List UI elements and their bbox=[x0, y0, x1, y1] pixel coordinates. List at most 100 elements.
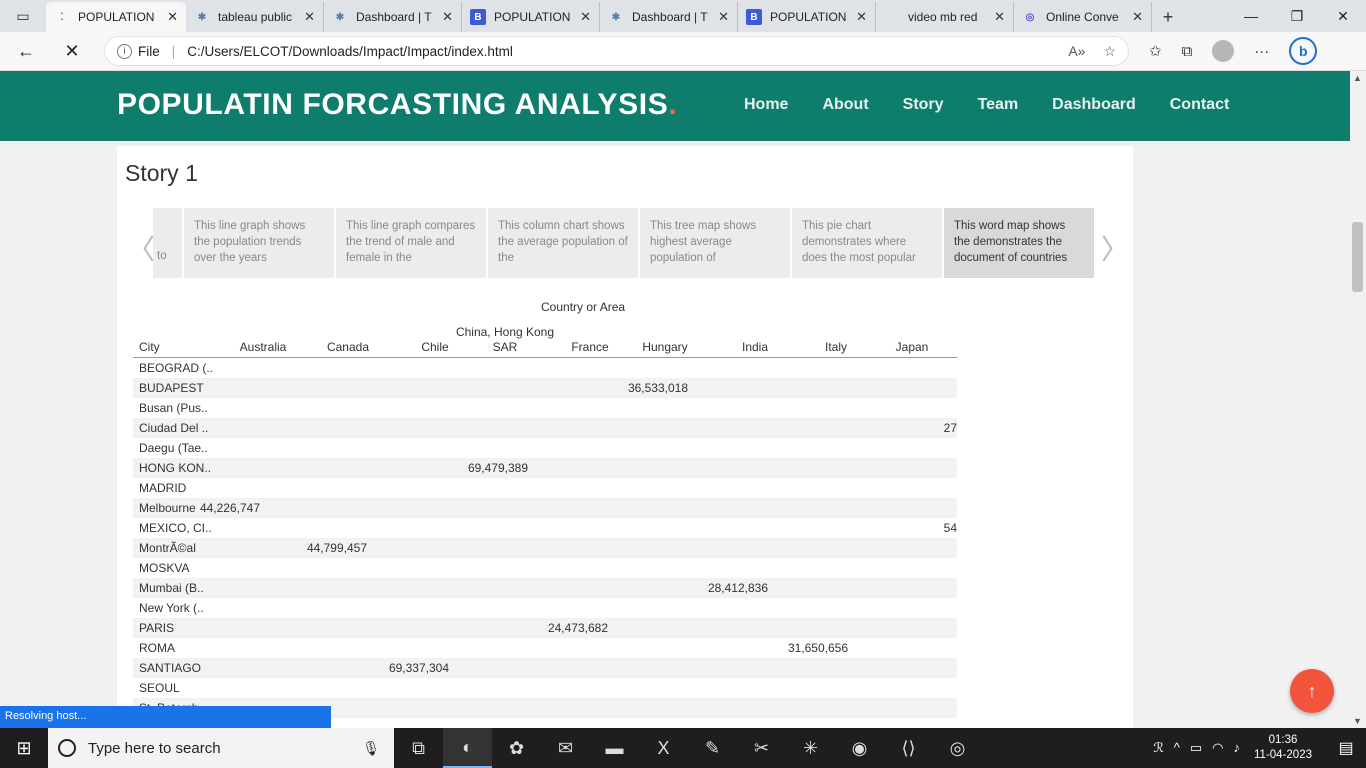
browser-tab[interactable]: ✱ Dashboard | T ✕ bbox=[324, 2, 462, 32]
close-tab-icon[interactable]: ✕ bbox=[167, 9, 178, 25]
chrome-icon[interactable]: ◉ bbox=[835, 728, 884, 768]
collections-icon[interactable]: ⧉ bbox=[1182, 43, 1193, 60]
edge-browser-icon[interactable]: ◐ bbox=[443, 728, 492, 768]
minimize-icon[interactable]: — bbox=[1228, 0, 1274, 32]
table-row[interactable]: New York (.. bbox=[133, 598, 957, 618]
windows-start-icon[interactable]: ⊞ bbox=[0, 728, 48, 768]
column-group-title: Country or Area bbox=[541, 300, 626, 314]
file-explorer-icon[interactable]: ▬ bbox=[590, 728, 639, 768]
browser-tab[interactable]: B POPULATION ✕ bbox=[738, 2, 876, 32]
table-row[interactable]: SANTIAGO 69,337,304 bbox=[133, 658, 957, 678]
notepad-icon[interactable]: ✎ bbox=[688, 728, 737, 768]
scroll-to-top-button[interactable]: ↑ bbox=[1290, 669, 1334, 713]
read-aloud-icon[interactable]: A» bbox=[1068, 43, 1085, 60]
browser-tab[interactable]: ✱ Dashboard | T ✕ bbox=[600, 2, 738, 32]
task-view-icon[interactable]: ⧉ bbox=[394, 728, 443, 768]
favorites-icon[interactable]: ✩ bbox=[1149, 42, 1162, 60]
story-point-1[interactable]: This line graph shows the population tre… bbox=[184, 208, 334, 278]
close-tab-icon[interactable]: ✕ bbox=[580, 9, 591, 25]
story-point-2[interactable]: This line graph compares the trend of ma… bbox=[336, 208, 486, 278]
add-favorite-icon[interactable]: ☆ bbox=[1103, 43, 1116, 60]
taskbar-search[interactable]: Type here to search 🎙 bbox=[48, 728, 394, 768]
browser-tab[interactable]: ⁚ POPULATION ✕ bbox=[46, 2, 186, 32]
nav-link-about[interactable]: About bbox=[822, 96, 868, 114]
table-row[interactable]: SEOUL bbox=[133, 678, 957, 698]
table-row[interactable]: MADRID bbox=[133, 478, 957, 498]
table-row[interactable]: Mumbai (B.. 28,412,836 bbox=[133, 578, 957, 598]
scroll-up-icon[interactable]: ▲ bbox=[1353, 73, 1362, 83]
table-row[interactable]: PARIS 24,473,682 bbox=[133, 618, 957, 638]
site-logo[interactable]: POPULATIN FORCASTING ANALYSIS. bbox=[117, 88, 677, 122]
taskbar-clock[interactable]: 01:36 11-04-2023 bbox=[1254, 733, 1312, 763]
table-row[interactable]: ROMA 31,650,656 bbox=[133, 638, 957, 658]
page-scrollbar[interactable]: ▲ ▼ bbox=[1350, 71, 1366, 728]
nav-link-story[interactable]: Story bbox=[903, 96, 944, 114]
people-icon[interactable]: ℛ bbox=[1153, 740, 1163, 756]
nav-link-home[interactable]: Home bbox=[744, 96, 788, 114]
wifi-icon[interactable]: ◠ bbox=[1212, 740, 1223, 756]
close-tab-icon[interactable]: ✕ bbox=[304, 9, 315, 25]
story-point-stub[interactable]: to bbox=[153, 208, 182, 278]
story-point-6[interactable]: This word map shows the demonstrates the… bbox=[944, 208, 1094, 278]
profile-avatar[interactable] bbox=[1212, 40, 1235, 62]
table-row[interactable]: BUDAPEST 36,533,018 bbox=[133, 378, 957, 398]
new-tab-button[interactable]: + bbox=[1152, 2, 1184, 32]
nav-link-team[interactable]: Team bbox=[978, 96, 1019, 114]
browser-tab[interactable]: B POPULATION ✕ bbox=[462, 2, 600, 32]
table-row[interactable]: MOSKVA bbox=[133, 558, 957, 578]
table-row[interactable]: Busan (Pus.. bbox=[133, 398, 957, 418]
browser-tab[interactable]: ◎ Online Conve ✕ bbox=[1014, 2, 1152, 32]
table-row[interactable]: MEXICO, CI.. 54 bbox=[133, 518, 957, 538]
battery-icon[interactable]: ▭ bbox=[1190, 740, 1202, 756]
url-text[interactable]: C:/Users/ELCOT/Downloads/Impact/Impact/i… bbox=[187, 44, 513, 59]
story-point-4[interactable]: This tree map shows highest average popu… bbox=[640, 208, 790, 278]
close-tab-icon[interactable]: ✕ bbox=[442, 9, 453, 25]
close-tab-icon[interactable]: ✕ bbox=[994, 9, 1005, 25]
microphone-icon[interactable]: 🎙 bbox=[362, 740, 380, 757]
excel-icon[interactable]: X bbox=[639, 728, 688, 768]
browser-tab[interactable]: video mb red ✕ bbox=[876, 2, 1014, 32]
site-header: POPULATIN FORCASTING ANALYSIS. Home About… bbox=[0, 71, 1350, 141]
close-tab-icon[interactable]: ✕ bbox=[856, 9, 867, 25]
table-row[interactable]: Ciudad Del .. 27 bbox=[133, 418, 957, 438]
notifications-icon[interactable]: ▤ bbox=[1326, 738, 1366, 758]
nav-link-dashboard[interactable]: Dashboard bbox=[1052, 96, 1136, 114]
restore-icon[interactable]: ❐ bbox=[1274, 0, 1320, 32]
close-tab-icon[interactable]: ✕ bbox=[1132, 9, 1143, 25]
chevron-up-icon[interactable]: ^ bbox=[1174, 740, 1180, 756]
table-row[interactable]: Melbourne 44,226,747 bbox=[133, 498, 957, 518]
close-window-icon[interactable]: ✕ bbox=[1320, 0, 1366, 32]
city-cell: BEOGRAD (.. bbox=[139, 361, 214, 375]
tab-actions-icon[interactable]: ▭ bbox=[0, 0, 46, 32]
value-cell: 54 bbox=[943, 521, 957, 535]
chevron-right-icon[interactable]: 〉 bbox=[1101, 228, 1129, 268]
scrollbar-thumb[interactable] bbox=[1352, 222, 1363, 292]
tableau-app-icon[interactable]: ✳ bbox=[786, 728, 835, 768]
story-point-5[interactable]: This pie chart demonstrates where does t… bbox=[792, 208, 942, 278]
browser-tab[interactable]: ✱ tableau public ✕ bbox=[186, 2, 324, 32]
mail-icon[interactable]: ✉ bbox=[541, 728, 590, 768]
bing-icon[interactable]: b bbox=[1289, 37, 1318, 65]
table-row[interactable]: HONG KON.. 69,479,389 bbox=[133, 458, 957, 478]
table-row[interactable]: MontrÃ©al 44,799,457 bbox=[133, 538, 957, 558]
story-point-3[interactable]: This column chart shows the average popu… bbox=[488, 208, 638, 278]
info-icon[interactable]: i bbox=[117, 43, 132, 59]
app-icon[interactable]: ✿ bbox=[492, 728, 541, 768]
address-bar[interactable]: i File | C:/Users/ELCOT/Downloads/Impact… bbox=[104, 36, 1129, 66]
table-row[interactable]: BEOGRAD (.. bbox=[133, 358, 957, 378]
blank-icon bbox=[884, 9, 900, 25]
nav-link-contact[interactable]: Contact bbox=[1170, 96, 1230, 114]
volume-icon[interactable]: ♪ bbox=[1234, 740, 1241, 756]
stop-loading-button[interactable]: ✕ bbox=[52, 35, 92, 67]
tableau-icon: ✱ bbox=[197, 11, 207, 23]
chevron-left-icon[interactable]: 〈 bbox=[127, 228, 155, 268]
vscode-icon[interactable]: ⟨⟩ bbox=[884, 728, 933, 768]
back-button[interactable]: ← bbox=[6, 35, 46, 67]
more-menu-icon[interactable]: ··· bbox=[1254, 43, 1269, 60]
snipping-tool-icon[interactable]: ✂ bbox=[737, 728, 786, 768]
close-tab-icon[interactable]: ✕ bbox=[718, 9, 729, 25]
scroll-down-icon[interactable]: ▼ bbox=[1353, 716, 1362, 726]
table-row[interactable]: Daegu (Tae.. bbox=[133, 438, 957, 458]
row-header: City bbox=[139, 340, 160, 354]
obs-icon[interactable]: ◎ bbox=[933, 728, 982, 768]
